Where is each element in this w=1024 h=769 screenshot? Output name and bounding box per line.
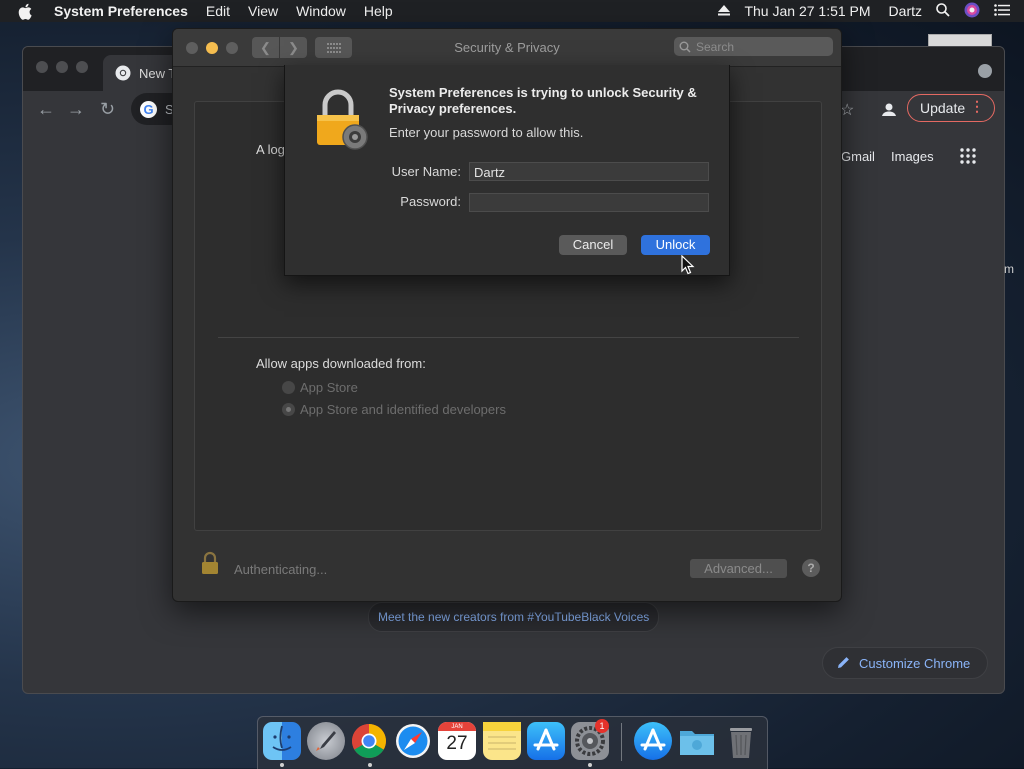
search-placeholder: Search	[696, 39, 735, 54]
radio-app-store-label: App Store	[300, 380, 358, 395]
chrome-close-button[interactable]	[36, 61, 48, 73]
eject-icon[interactable]	[718, 3, 731, 19]
reload-icon[interactable]: ↻	[100, 99, 115, 120]
notification-badge: 1	[595, 719, 609, 733]
apple-menu-icon[interactable]	[18, 2, 34, 20]
calendar-day: 27	[446, 733, 468, 754]
tab-search-icon[interactable]	[978, 64, 992, 78]
help-button[interactable]: ?	[802, 559, 820, 577]
notes-icon[interactable]	[483, 722, 521, 760]
unlock-button[interactable]: Unlock	[641, 235, 710, 255]
auth-subtext: Enter your password to allow this.	[389, 125, 584, 140]
sysprefs-running-indicator	[588, 763, 592, 767]
username-label: User Name:	[391, 164, 461, 179]
dock-separator	[621, 723, 622, 761]
menu-edit[interactable]: Edit	[206, 3, 230, 19]
password-label: Password:	[400, 194, 461, 209]
launchpad-icon[interactable]	[307, 722, 345, 760]
chrome-window-controls	[36, 61, 88, 73]
gmail-link[interactable]: Gmail	[841, 149, 875, 164]
menu-view[interactable]: View	[248, 3, 278, 19]
chrome-icon[interactable]	[350, 722, 388, 760]
auth-heading: System Preferences is trying to unlock S…	[389, 85, 697, 116]
radio-identified-developers[interactable]: App Store and identified developers	[282, 402, 506, 417]
notification-center-icon[interactable]	[994, 3, 1010, 19]
pencil-icon	[838, 656, 850, 671]
back-arrow-icon[interactable]: ←	[37, 99, 55, 120]
authentication-sheet: System Preferences is trying to unlock S…	[284, 65, 730, 276]
google-g-icon: G	[140, 100, 157, 118]
images-link[interactable]: Images	[891, 149, 934, 164]
forward-arrow-icon[interactable]: →	[67, 99, 85, 120]
google-apps-grid-icon[interactable]	[960, 148, 976, 164]
advanced-button[interactable]: Advanced...	[690, 559, 787, 578]
authenticating-status: Authenticating...	[234, 562, 328, 577]
calendar-month: JAN	[451, 724, 463, 730]
menu-bar: System Preferences Edit View Window Help…	[0, 0, 1024, 22]
search-icon	[679, 41, 691, 53]
menubar-user[interactable]: Dartz	[889, 3, 922, 19]
chrome-zoom-button[interactable]	[76, 61, 88, 73]
calendar-icon[interactable]: JAN 27	[438, 722, 476, 760]
finder-running-indicator	[280, 763, 284, 767]
menubar-clock[interactable]: Thu Jan 27 1:51 PM	[744, 3, 870, 19]
finder-icon[interactable]	[263, 722, 301, 760]
mouse-cursor-icon	[681, 255, 695, 275]
trash-icon[interactable]	[722, 722, 760, 760]
section-divider	[218, 337, 799, 338]
menu-app-name[interactable]: System Preferences	[54, 3, 188, 19]
radio-button-selected-icon	[282, 403, 295, 416]
offscreen-text-fragment: m	[1004, 262, 1014, 276]
downloads-folder-icon[interactable]	[678, 722, 716, 760]
profile-icon[interactable]	[879, 100, 899, 120]
cancel-button[interactable]: Cancel	[559, 235, 627, 255]
app-store-stack-icon[interactable]	[634, 722, 672, 760]
customize-chrome-label: Customize Chrome	[859, 655, 971, 671]
update-label: Update	[920, 100, 966, 116]
app-store-icon[interactable]	[527, 722, 565, 760]
kebab-menu-icon[interactable]: ⋮	[970, 98, 984, 115]
sysprefs-search-field[interactable]: Search	[674, 37, 833, 56]
username-field[interactable]: Dartz	[469, 162, 709, 181]
promo-news-pill[interactable]: Meet the new creators from #YouTubeBlack…	[368, 602, 660, 632]
chrome-minimize-button[interactable]	[56, 61, 68, 73]
spotlight-search-icon[interactable]	[936, 2, 950, 20]
password-field[interactable]	[469, 193, 709, 212]
siri-icon[interactable]	[964, 2, 980, 21]
chrome-running-indicator	[368, 763, 372, 767]
chrome-favicon-icon	[115, 65, 131, 81]
login-password-text: A log	[256, 142, 285, 157]
dock: JAN 27 1	[257, 716, 768, 769]
safari-icon[interactable]	[394, 722, 432, 760]
padlock-icon	[317, 89, 368, 150]
bookmark-star-icon[interactable]: ☆	[840, 100, 854, 120]
lock-icon[interactable]	[200, 551, 220, 575]
customize-chrome-button[interactable]: Customize Chrome	[822, 647, 988, 679]
sysprefs-titlebar: ❮ ❯ Security & Privacy Search	[173, 29, 841, 67]
allow-apps-label: Allow apps downloaded from:	[256, 356, 426, 371]
menu-help[interactable]: Help	[364, 3, 393, 19]
radio-button-icon	[282, 381, 295, 394]
radio-app-store[interactable]: App Store	[282, 380, 358, 395]
radio-identified-label: App Store and identified developers	[300, 402, 506, 417]
menu-window[interactable]: Window	[296, 3, 346, 19]
chrome-update-button[interactable]: Update ⋮	[907, 94, 995, 122]
